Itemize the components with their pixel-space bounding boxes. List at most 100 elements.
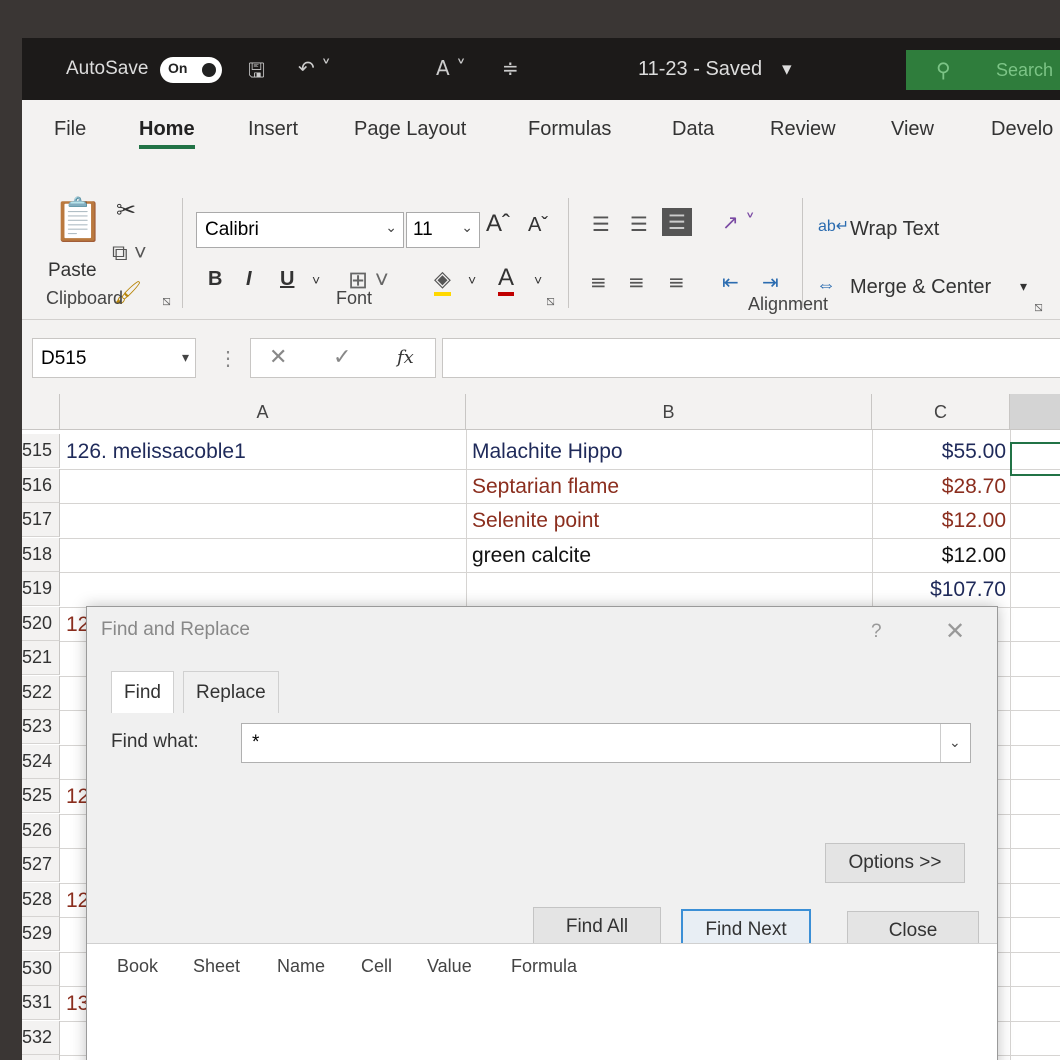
find-what-input[interactable]: * ⌄ [241, 723, 971, 763]
row-header[interactable]: 527 [22, 848, 60, 882]
align-center-icon[interactable]: ≡ [628, 270, 645, 294]
close-icon[interactable]: ✕ [945, 617, 965, 646]
insert-function-button[interactable]: fx [397, 347, 414, 368]
row-header[interactable]: 520 [22, 606, 60, 641]
chevron-down-icon[interactable]: ▾ [1020, 278, 1027, 295]
results-col-formula[interactable]: Formula [511, 956, 577, 977]
column-header-d[interactable] [1010, 394, 1060, 430]
tab-home[interactable]: Home [139, 118, 195, 149]
more-icon[interactable]: ⋮ [218, 346, 238, 371]
font-name-select[interactable]: Calibri ⌄ [196, 212, 404, 248]
clipboard-icon[interactable]: 📋 [52, 196, 104, 245]
cancel-icon[interactable]: ✕ [269, 345, 287, 370]
align-top-icon[interactable]: ☰ [592, 212, 610, 236]
tab-data[interactable]: Data [672, 118, 714, 141]
increase-font-icon[interactable]: Aˆ [486, 210, 510, 238]
options-button[interactable]: Options >> [825, 843, 965, 883]
cell-b[interactable]: Septarian flame [472, 475, 619, 499]
row-header[interactable]: 517 [22, 503, 60, 537]
chevron-down-icon[interactable]: ˅ [534, 272, 542, 288]
decrease-font-icon[interactable]: Aˇ [528, 214, 548, 237]
find-all-button[interactable]: Find All [533, 907, 661, 947]
cell-b[interactable]: Selenite point [472, 509, 599, 533]
cell-b[interactable]: Malachite Hippo [472, 440, 623, 464]
help-button[interactable]: ? [871, 621, 882, 643]
cell-a[interactable]: 126. melissacoble1 [66, 440, 246, 464]
chevron-down-icon[interactable]: ⌄ [940, 724, 970, 762]
wrap-text-icon[interactable]: ab↵ [818, 216, 849, 236]
enter-icon[interactable]: ✓ [333, 345, 351, 370]
font-size-select[interactable]: 11 ⌄ [406, 212, 480, 248]
column-header-c[interactable]: C [872, 394, 1010, 430]
row-header[interactable]: 530 [22, 951, 60, 986]
row-header[interactable]: 518 [22, 537, 60, 572]
document-title[interactable]: 11-23 - Saved [638, 58, 762, 81]
name-box[interactable]: D515 ▾ [32, 338, 196, 378]
tab-find[interactable]: Find [111, 671, 174, 713]
row-header[interactable]: 532 [22, 1020, 60, 1055]
chevron-down-icon[interactable]: ˅ [468, 272, 476, 288]
orientation-icon[interactable]: ↗ ˅ [722, 210, 755, 234]
paste-button[interactable]: Paste [48, 260, 97, 282]
row-header[interactable]: 524 [22, 744, 60, 779]
column-header-a[interactable]: A [60, 394, 466, 430]
cell-c[interactable]: $55.00 [872, 440, 1006, 464]
fill-color-icon[interactable]: ◈ [434, 266, 451, 296]
cell-c[interactable]: $12.00 [872, 544, 1006, 568]
cell-c[interactable]: $28.70 [872, 475, 1006, 499]
row-header[interactable]: 522 [22, 675, 60, 710]
column-header-b[interactable]: B [466, 394, 872, 430]
select-all-corner[interactable] [22, 394, 60, 430]
customize-toolbar-icon[interactable]: ≑ [502, 56, 519, 80]
cell-b[interactable]: green calcite [472, 544, 591, 568]
wrap-text-button[interactable]: Wrap Text [850, 218, 939, 241]
font-color-icon[interactable]: A [498, 264, 515, 296]
tab-developer[interactable]: Develo [991, 118, 1053, 141]
row-header[interactable]: 533 [22, 1055, 60, 1060]
results-col-book[interactable]: Book [117, 956, 158, 977]
chevron-down-icon[interactable]: ˅ [312, 272, 320, 288]
merge-center-button[interactable]: Merge & Center [850, 276, 991, 299]
row-header[interactable]: 523 [22, 710, 60, 744]
cell-c[interactable]: $107.70 [872, 578, 1006, 602]
row-header[interactable]: 528 [22, 882, 60, 917]
results-col-value[interactable]: Value [427, 956, 472, 977]
tab-review[interactable]: Review [770, 118, 836, 141]
tab-page-layout[interactable]: Page Layout [354, 118, 466, 141]
tab-view[interactable]: View [891, 118, 934, 141]
increase-indent-icon[interactable]: ⇥ [762, 270, 779, 294]
decrease-indent-icon[interactable]: ⇤ [722, 270, 739, 294]
copy-icon[interactable]: ⧉ ˅ [112, 240, 147, 266]
results-col-cell[interactable]: Cell [361, 956, 392, 977]
save-icon[interactable]: 🖫 [248, 56, 265, 90]
dialog-launcher-icon[interactable]: ⧅ [546, 292, 555, 309]
italic-button[interactable]: I [246, 268, 252, 291]
row-header[interactable]: 526 [22, 813, 60, 848]
bold-button[interactable]: B [208, 268, 222, 291]
search-box[interactable]: ⚲ Search [906, 50, 1060, 90]
results-col-sheet[interactable]: Sheet [193, 956, 240, 977]
row-header[interactable]: 525 [22, 779, 60, 813]
tab-insert[interactable]: Insert [248, 118, 298, 141]
tab-formulas[interactable]: Formulas [528, 118, 611, 141]
align-left-icon[interactable]: ≡ [590, 270, 607, 294]
row-header[interactable]: 516 [22, 468, 60, 503]
underline-button[interactable]: U [280, 268, 294, 291]
dialog-launcher-icon[interactable]: ⧅ [162, 292, 171, 309]
row-header[interactable]: 515 [22, 434, 60, 468]
cell-c[interactable]: $12.00 [872, 509, 1006, 533]
row-header[interactable]: 531 [22, 986, 60, 1020]
formula-input[interactable] [442, 338, 1060, 378]
active-cell-d515[interactable] [1010, 442, 1060, 476]
row-header[interactable]: 529 [22, 917, 60, 951]
cut-icon[interactable]: ✂ [116, 196, 136, 225]
row-header[interactable]: 519 [22, 572, 60, 606]
results-col-name[interactable]: Name [277, 956, 325, 977]
align-right-icon[interactable]: ≡ [668, 270, 685, 294]
align-bottom-icon[interactable]: ☰ [662, 208, 692, 236]
chevron-down-icon[interactable]: ▾ [782, 58, 792, 81]
row-header[interactable]: 521 [22, 641, 60, 675]
tab-file[interactable]: File [54, 118, 86, 141]
align-middle-icon[interactable]: ☰ [630, 212, 648, 236]
font-color-quick-icon[interactable]: A ˅ [436, 56, 466, 80]
